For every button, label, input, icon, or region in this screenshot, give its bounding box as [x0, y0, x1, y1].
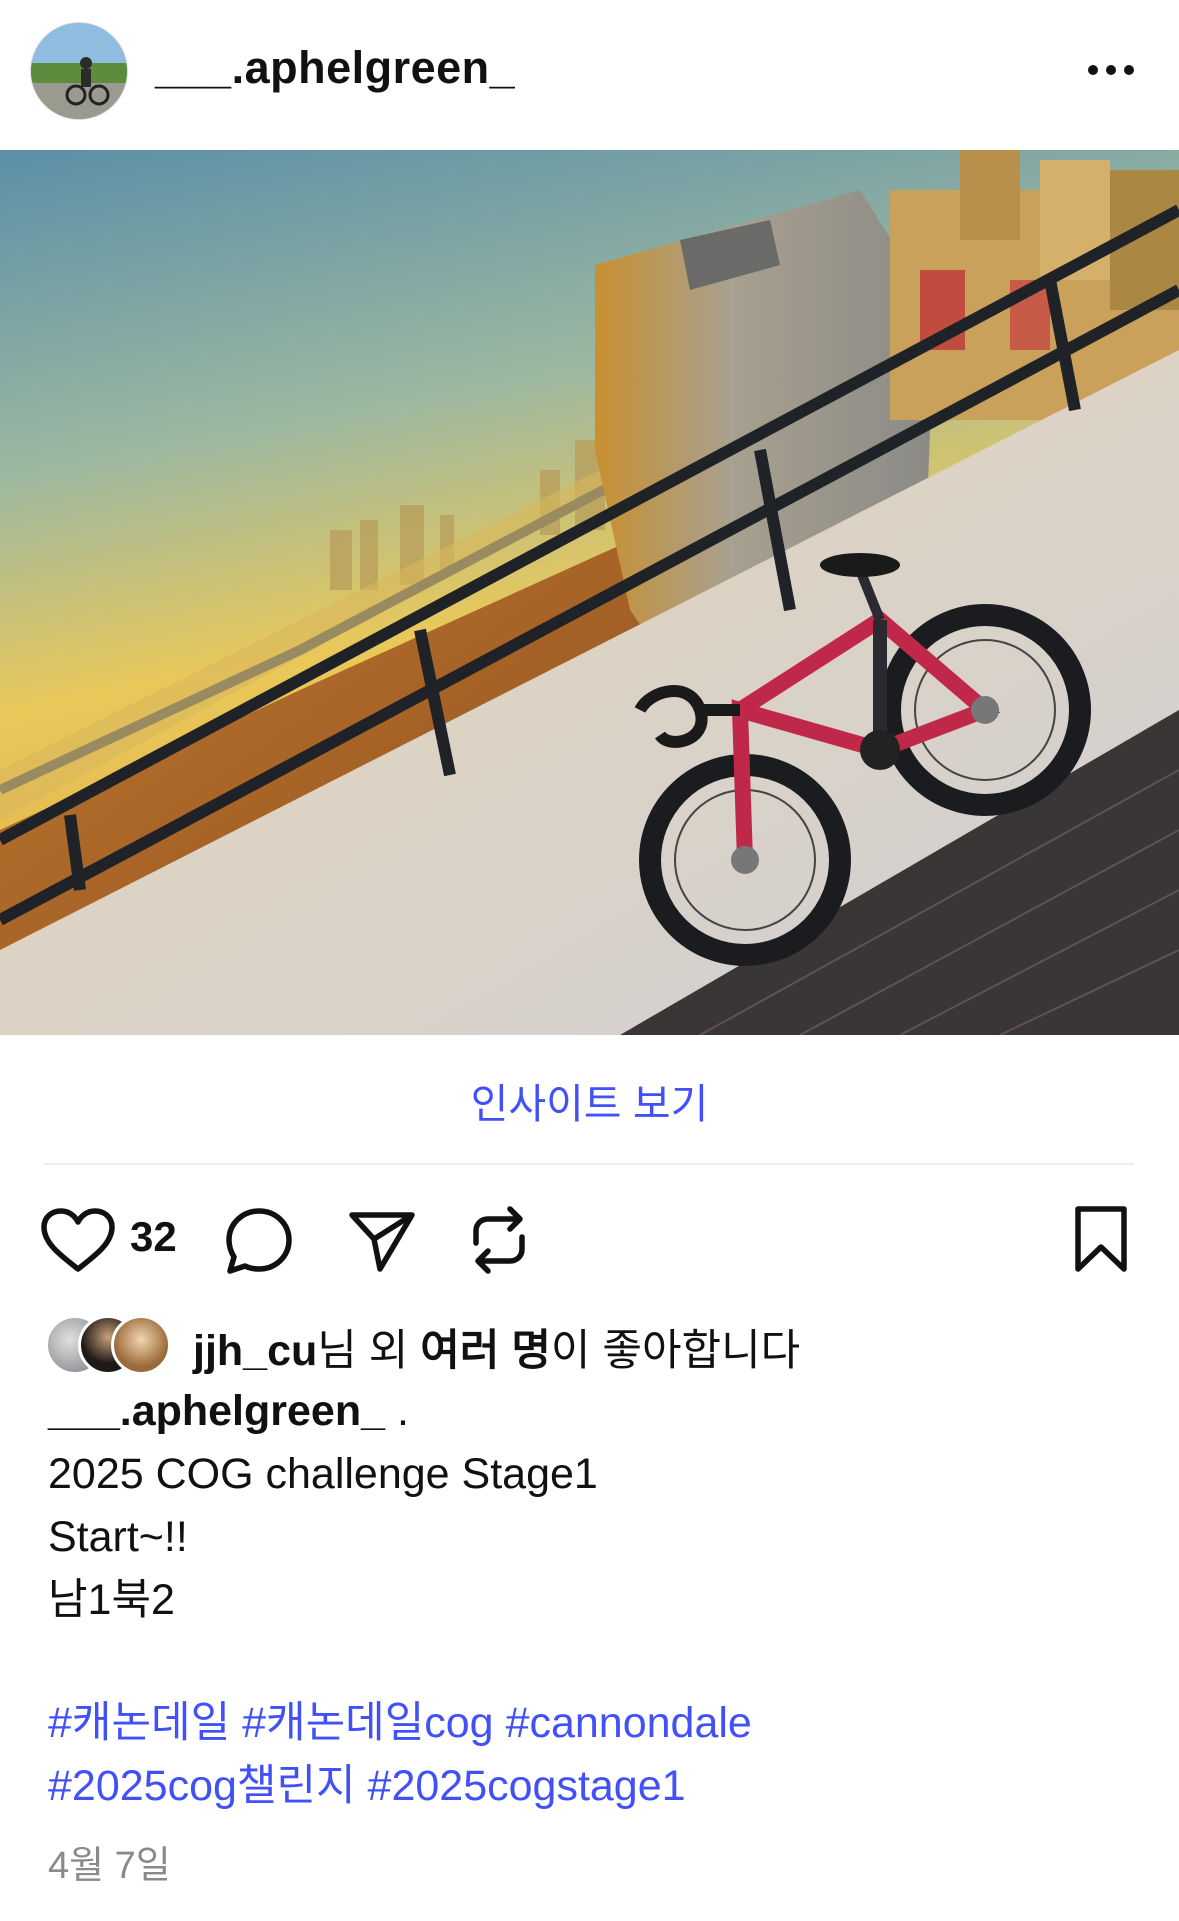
likes-text-part2: 이 좋아합니다 [550, 1327, 801, 1375]
likes-summary: jjh_cu님 외 여러 명이 좋아합니다 [193, 1316, 800, 1378]
post-date: 4월 7일 [48, 1845, 171, 1887]
likes-text-part1: 님 외 [317, 1327, 421, 1375]
caption-username[interactable]: ___.aphelgreen_ [48, 1387, 385, 1435]
more-horizontal-icon[interactable] [1085, 50, 1137, 90]
hashtag-link[interactable]: #cannondale [506, 1699, 752, 1747]
liker-username[interactable]: jjh_cu [193, 1327, 317, 1375]
post-header: ___.aphelgreen_ [0, 0, 1179, 150]
header-username[interactable]: ___.aphelgreen_ [155, 42, 515, 94]
share-send-icon[interactable] [347, 1209, 417, 1278]
view-insights-link[interactable]: 인사이트 보기 [0, 1070, 1179, 1130]
comment-icon[interactable] [224, 1207, 294, 1280]
caption-after-username: . [385, 1387, 409, 1435]
hashtag-link[interactable]: #2025cogstage1 [368, 1762, 686, 1810]
profile-avatar[interactable] [30, 22, 128, 120]
heart-icon[interactable] [40, 1207, 116, 1278]
divider [44, 1163, 1134, 1165]
repost-icon[interactable] [468, 1205, 530, 1280]
post-image[interactable] [0, 150, 1179, 1035]
hashtag-link[interactable]: #2025cog챌린지 [48, 1762, 356, 1810]
bookmark-icon[interactable] [1072, 1205, 1130, 1278]
hashtag-link[interactable]: #캐논데일cog [242, 1699, 493, 1747]
likes-text-bold[interactable]: 여러 명 [420, 1327, 551, 1375]
like-count[interactable]: 32 [130, 1213, 177, 1261]
hashtag-block: #캐논데일 #캐논데일cog #cannondale #2025cog챌린지 #… [48, 1692, 752, 1818]
post-action-bar: 32 [0, 1195, 1179, 1285]
caption-line: 남1북2 [48, 1576, 175, 1624]
caption-line: Start~!! [48, 1513, 188, 1561]
hashtag-link[interactable]: #캐논데일 [48, 1699, 230, 1747]
post-caption: ___.aphelgreen_ . 2025 COG challenge Sta… [48, 1380, 598, 1632]
caption-line: 2025 COG challenge Stage1 [48, 1450, 598, 1498]
liker-avatar [111, 1315, 171, 1375]
